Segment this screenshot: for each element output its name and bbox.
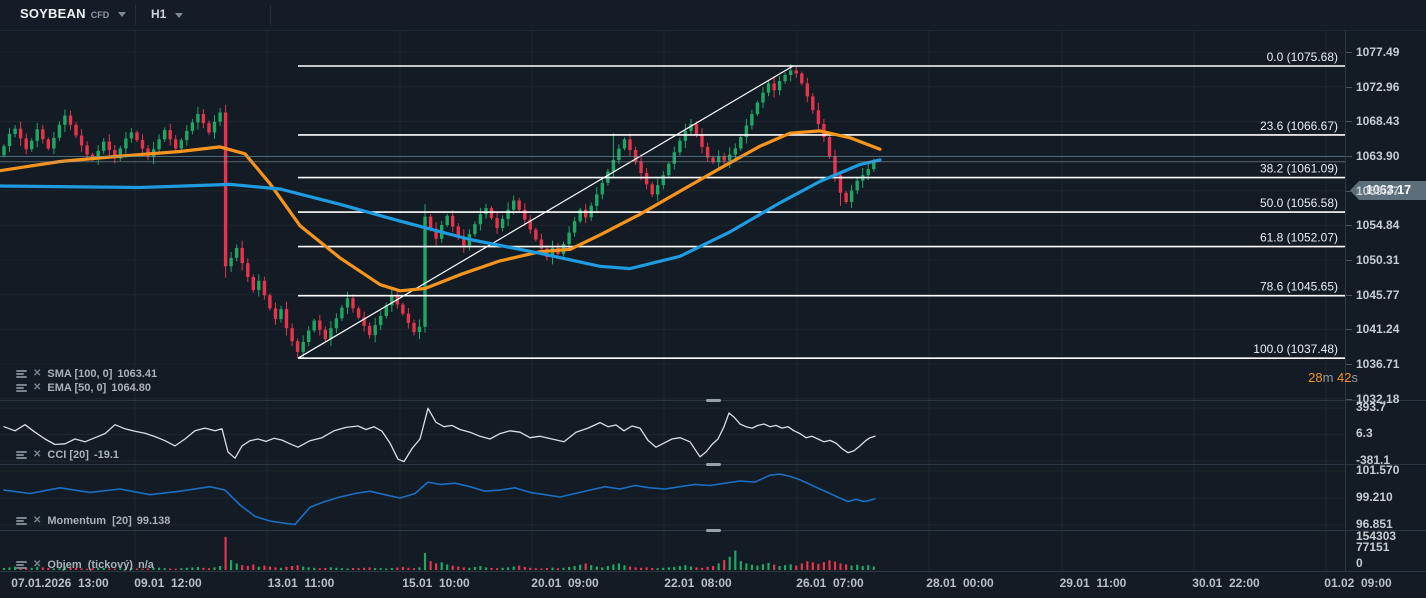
price-axis[interactable]: 1063.17 1077.491072.961068.431063.901059… bbox=[1345, 30, 1426, 571]
indicator-settings-icon[interactable] bbox=[16, 516, 27, 526]
price-axis-tick bbox=[1346, 225, 1352, 226]
price-axis-label: 1054.84 bbox=[1356, 217, 1399, 233]
remove-indicator-icon[interactable]: ✕ bbox=[33, 382, 41, 393]
price-axis-label: 1068.43 bbox=[1356, 113, 1399, 129]
price-axis-tick bbox=[1346, 191, 1352, 192]
candle-countdown-timer: 28m 42s bbox=[1308, 370, 1358, 385]
chart-header-toolbar: SOYBEAN CFD H1 bbox=[0, 0, 1426, 31]
ema-label: EMA [50, 0] bbox=[47, 382, 106, 394]
price-axis-tick bbox=[1346, 295, 1352, 296]
ema-value: 1064.80 bbox=[111, 382, 151, 394]
price-axis-label: 1045.77 bbox=[1356, 287, 1399, 303]
indicator-settings-icon[interactable] bbox=[16, 369, 27, 379]
sma-value: 1063.41 bbox=[117, 368, 157, 380]
fib-level-label: 0.0 (1075.68) bbox=[1267, 50, 1338, 64]
indicator-axis-label: 393.7 bbox=[1356, 399, 1386, 415]
time-axis-label: 28.01 00:00 bbox=[890, 576, 1030, 590]
panel-resize-handle[interactable] bbox=[706, 529, 721, 532]
timeframe-label: H1 bbox=[151, 7, 166, 21]
timer-minutes-unit: m bbox=[1323, 370, 1337, 385]
main-price-chart-canvas[interactable]: 0.0 (1075.68) 23.6 (1066.67) 38.2 (1061.09… bbox=[0, 30, 1345, 400]
price-axis-label: 1036.71 bbox=[1356, 356, 1399, 372]
price-axis-tick bbox=[1346, 156, 1352, 157]
timeframe-selector[interactable]: H1 bbox=[151, 7, 183, 21]
price-axis-label: 1059.37 bbox=[1356, 183, 1399, 199]
remove-indicator-icon[interactable]: ✕ bbox=[33, 515, 41, 526]
chevron-down-icon bbox=[118, 12, 126, 17]
price-axis-label: 1072.96 bbox=[1356, 79, 1399, 95]
fib-level-label: 78.6 (1045.65) bbox=[1260, 280, 1338, 294]
fib-level-label: 100.0 (1037.48) bbox=[1253, 342, 1338, 356]
cci-value: -19.1 bbox=[94, 449, 119, 461]
symbol-type-badge: CFD bbox=[91, 10, 110, 20]
toolbar-separator bbox=[270, 5, 271, 25]
volume-value: n/a bbox=[138, 559, 154, 571]
chevron-down-icon bbox=[175, 13, 183, 18]
time-axis-label: 30.01 22:00 bbox=[1156, 576, 1296, 590]
price-axis-tick bbox=[1346, 52, 1352, 53]
price-axis-label: 1063.90 bbox=[1356, 148, 1399, 164]
time-axis-label: 13.01 11:00 bbox=[231, 576, 371, 590]
fib-level-label: 50.0 (1056.58) bbox=[1260, 196, 1338, 210]
price-axis-tick bbox=[1346, 260, 1352, 261]
time-axis-label: 29.01 11:00 bbox=[1023, 576, 1163, 590]
toolbar-separator bbox=[135, 5, 136, 25]
indicator-axis-label: 77151 bbox=[1356, 539, 1389, 555]
symbol-selector[interactable]: SOYBEAN CFD bbox=[20, 6, 126, 21]
volume-label: Objem (tickový) bbox=[47, 559, 133, 571]
indicator-settings-icon[interactable] bbox=[16, 560, 27, 570]
price-axis-label: 1077.49 bbox=[1356, 44, 1399, 60]
time-axis-label: 20.01 09:00 bbox=[495, 576, 635, 590]
indicator-axis-label: 101.570 bbox=[1356, 462, 1399, 478]
fib-level-label: 38.2 (1061.09) bbox=[1260, 162, 1338, 176]
time-axis-label: 15.01 10:00 bbox=[366, 576, 506, 590]
trading-platform-window: SOYBEAN CFD H1 0.0 (1075.68) 23.6 (1066.6… bbox=[0, 0, 1426, 598]
price-axis-label: 1041.24 bbox=[1356, 321, 1399, 337]
price-axis-tick bbox=[1346, 121, 1352, 122]
indicator-axis-label: 6.3 bbox=[1356, 425, 1373, 441]
cci-label: CCI [20] bbox=[47, 449, 89, 461]
sma-label: SMA [100, 0] bbox=[47, 368, 112, 380]
indicator-settings-icon[interactable] bbox=[16, 450, 27, 460]
momentum-indicator-panel[interactable] bbox=[0, 465, 1345, 530]
panel-resize-handle[interactable] bbox=[706, 463, 721, 466]
timer-minutes: 28 bbox=[1308, 370, 1322, 385]
price-axis-tick bbox=[1346, 329, 1352, 330]
fib-level-label: 61.8 (1052.07) bbox=[1260, 231, 1338, 245]
price-axis-label: 1050.31 bbox=[1356, 252, 1399, 268]
ema-indicator-legend: ✕ EMA [50, 0] 1064.80 bbox=[16, 381, 151, 394]
panel-resize-handle[interactable] bbox=[706, 399, 721, 402]
cci-indicator-legend: ✕ CCI [20] -19.1 bbox=[16, 448, 119, 461]
price-axis-tick bbox=[1346, 399, 1352, 400]
time-axis-label: 26.01 07:00 bbox=[760, 576, 900, 590]
momentum-indicator-legend: ✕ Momentum [20] 99.138 bbox=[16, 514, 170, 527]
remove-indicator-icon[interactable]: ✕ bbox=[33, 449, 41, 460]
time-axis[interactable]: 07.01.2026 13:0009.01 12:0013.01 11:0015… bbox=[0, 572, 1426, 598]
time-axis-label: 22.01 08:00 bbox=[628, 576, 768, 590]
momentum-value: 99.138 bbox=[137, 515, 171, 527]
sma-indicator-legend: ✕ SMA [100, 0] 1063.41 bbox=[16, 367, 157, 380]
fib-level-label: 23.6 (1066.67) bbox=[1260, 119, 1338, 133]
remove-indicator-icon[interactable]: ✕ bbox=[33, 559, 41, 570]
indicator-settings-icon[interactable] bbox=[16, 383, 27, 393]
price-axis-tick bbox=[1346, 364, 1352, 365]
time-axis-label: 01.02 09:00 bbox=[1288, 576, 1426, 590]
momentum-label: Momentum [20] bbox=[47, 515, 131, 527]
volume-indicator-legend: ✕ Objem (tickový) n/a bbox=[16, 558, 154, 571]
price-axis-tick bbox=[1346, 87, 1352, 88]
time-axis-label: 09.01 12:00 bbox=[98, 576, 238, 590]
indicator-axis-label: 99.210 bbox=[1356, 489, 1393, 505]
indicator-axis-label: 0 bbox=[1356, 555, 1363, 571]
timer-seconds: 42 bbox=[1337, 370, 1351, 385]
symbol-name: SOYBEAN bbox=[20, 6, 86, 21]
timer-seconds-unit: s bbox=[1352, 370, 1359, 385]
cci-indicator-panel[interactable] bbox=[0, 401, 1345, 464]
remove-indicator-icon[interactable]: ✕ bbox=[33, 368, 41, 379]
volume-indicator-panel[interactable] bbox=[0, 531, 1345, 571]
